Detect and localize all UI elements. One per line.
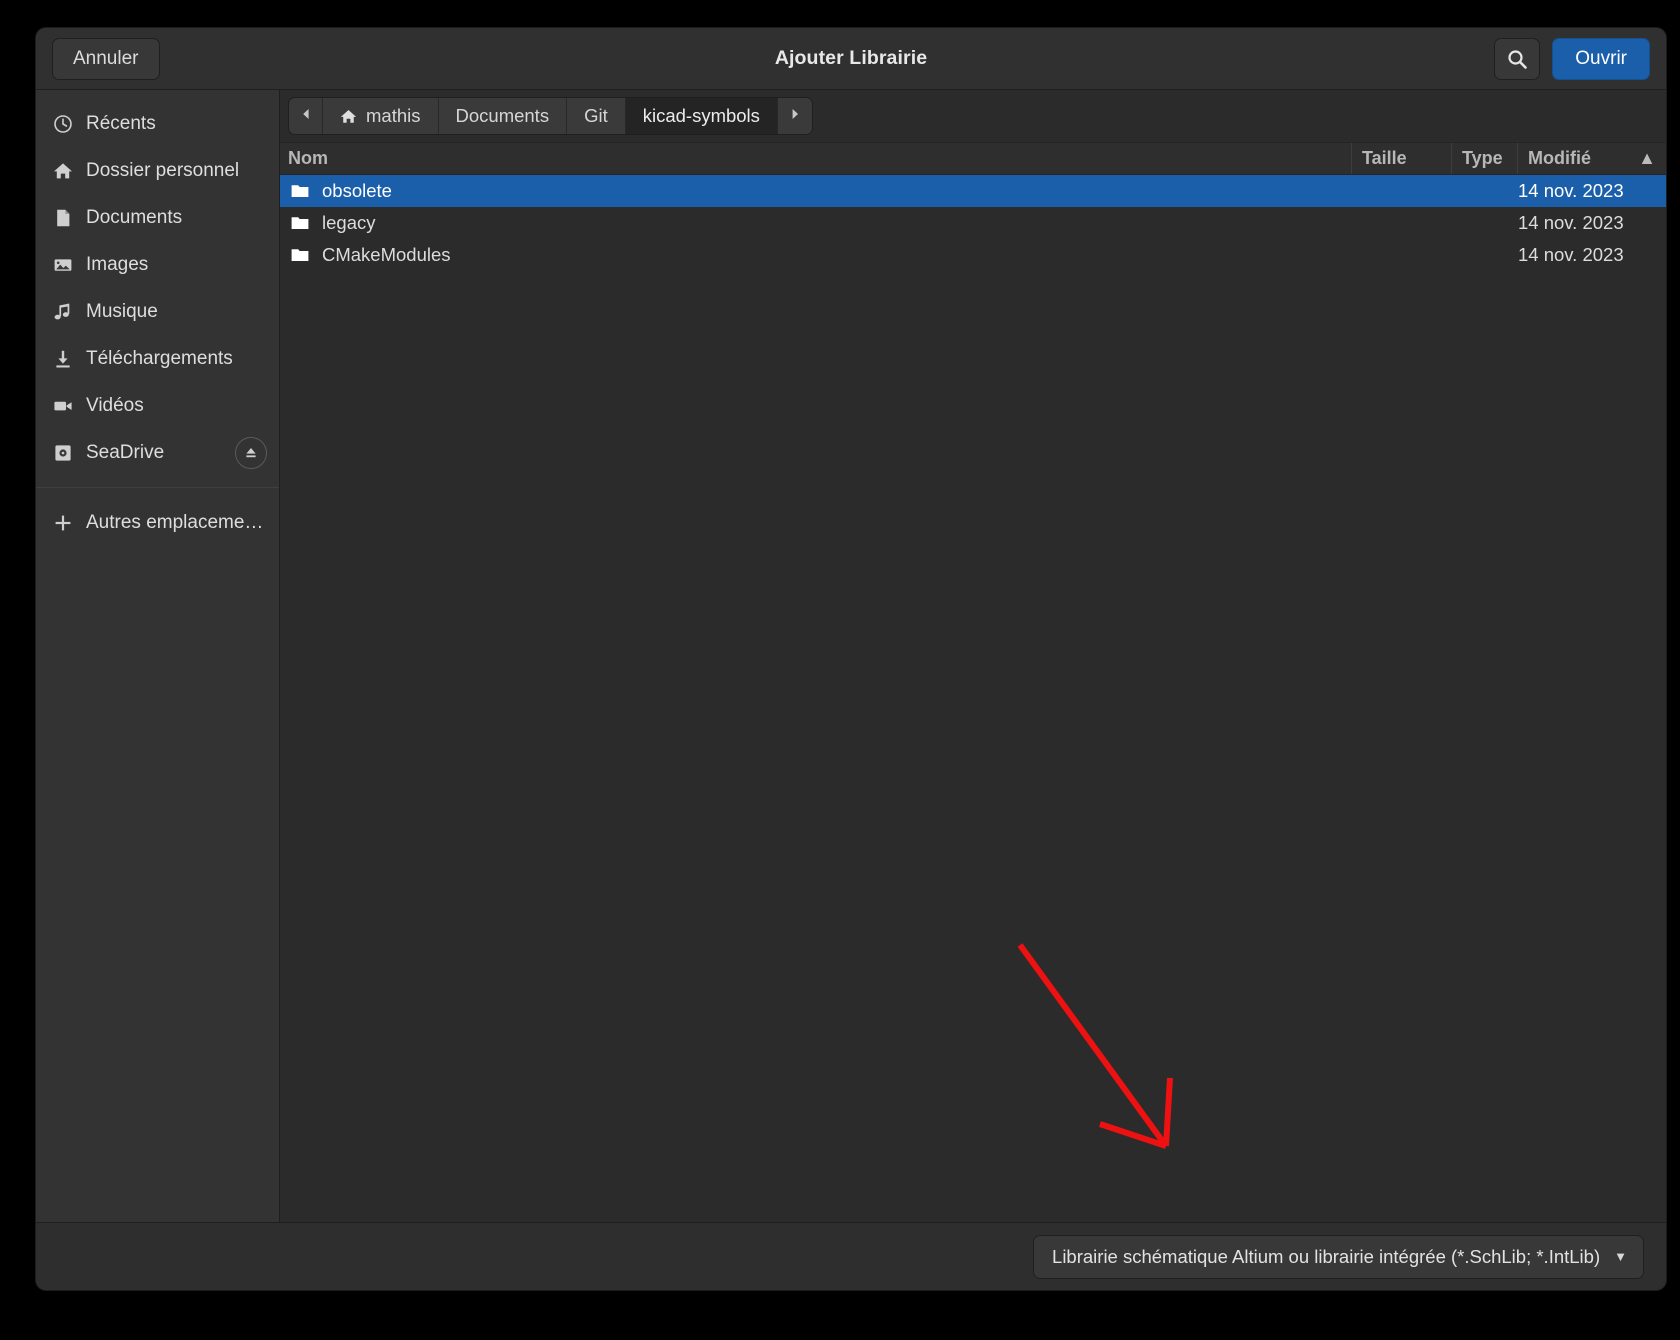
sidebar-item-other-locations[interactable]: Autres emplacements (36, 499, 279, 546)
sidebar-item-videos[interactable]: Vidéos (36, 382, 279, 429)
file-name: CMakeModules (322, 244, 451, 265)
sidebar-item-label: Récents (86, 112, 156, 134)
folder-icon (291, 249, 309, 261)
breadcrumb: mathis Documents Git kicad-symbols (288, 97, 813, 135)
breadcrumb-forward-button[interactable] (777, 98, 812, 134)
dialog-header: Annuler Ajouter Librairie Ouvrir (36, 28, 1666, 90)
column-header-size[interactable]: Taille (1352, 143, 1452, 174)
video-camera-icon (53, 396, 73, 416)
breadcrumb-segment-kicad-symbols[interactable]: kicad-symbols (625, 98, 778, 134)
sidebar-item-home[interactable]: Dossier personnel (36, 147, 279, 194)
row-name-cell: legacy (280, 212, 1352, 234)
sidebar-item-images[interactable]: Images (36, 241, 279, 288)
open-button[interactable]: Ouvrir (1552, 38, 1650, 80)
column-label: Modifié (1528, 148, 1591, 168)
screenshot-root: Annuler Ajouter Librairie Ouvrir Récents… (0, 0, 1680, 1340)
home-icon (53, 161, 73, 181)
file-list[interactable]: obsolete 14 nov. 2023 legacy 14 nov. 202… (280, 175, 1666, 1222)
dialog-footer: Librairie schématique Altium ou librairi… (36, 1222, 1666, 1290)
search-button[interactable] (1494, 38, 1541, 80)
breadcrumb-back-button[interactable] (289, 98, 323, 134)
folder-icon (291, 185, 309, 197)
chevron-down-icon: ▼ (1614, 1249, 1627, 1264)
table-row[interactable]: CMakeModules 14 nov. 2023 (280, 239, 1666, 271)
sidebar-item-downloads[interactable]: Téléchargements (36, 335, 279, 382)
file-browser: mathis Documents Git kicad-symbols Nom T… (280, 90, 1666, 1222)
row-name-cell: CMakeModules (280, 244, 1352, 266)
file-name: legacy (322, 212, 376, 233)
table-row[interactable]: legacy 14 nov. 2023 (280, 207, 1666, 239)
chevron-left-icon (299, 107, 313, 126)
breadcrumb-segment-documents[interactable]: Documents (438, 98, 568, 134)
download-icon (53, 349, 73, 369)
sidebar-item-label: Autres emplacements (86, 511, 265, 533)
breadcrumb-segment-git[interactable]: Git (567, 98, 626, 134)
drive-icon (53, 443, 73, 463)
image-icon (53, 255, 73, 275)
column-label: Type (1462, 148, 1503, 168)
file-name: obsolete (322, 180, 392, 201)
breadcrumb-label: Documents (455, 105, 550, 126)
sidebar-item-label: Dossier personnel (86, 159, 240, 181)
header-actions: Ouvrir (1494, 28, 1650, 90)
eject-button[interactable] (235, 436, 267, 469)
search-icon (1506, 48, 1528, 70)
pathbar-container: mathis Documents Git kicad-symbols (280, 90, 1666, 142)
row-modified-cell: 14 nov. 2023 (1518, 212, 1624, 233)
row-modified-cell: 14 nov. 2023 (1518, 244, 1624, 265)
breadcrumb-label: kicad-symbols (642, 105, 760, 126)
sidebar-item-label: SeaDrive (86, 441, 165, 463)
cancel-button[interactable]: Annuler (52, 37, 160, 80)
dialog-title: Ajouter Librairie (774, 47, 928, 69)
table-row[interactable]: obsolete 14 nov. 2023 (280, 175, 1666, 207)
breadcrumb-segment-mathis[interactable]: mathis (323, 98, 439, 134)
sidebar-item-seadrive[interactable]: SeaDrive (36, 429, 279, 476)
sidebar-item-label: Téléchargements (86, 347, 233, 369)
add-library-dialog: Annuler Ajouter Librairie Ouvrir Récents… (36, 28, 1666, 1290)
home-icon (340, 108, 357, 125)
file-type-filter-dropdown[interactable]: Librairie schématique Altium ou librairi… (1033, 1234, 1644, 1279)
sort-ascending-icon: ▲ (1638, 148, 1656, 168)
clock-icon (53, 114, 73, 134)
sidebar-item-label: Images (86, 253, 149, 275)
sidebar-item-music[interactable]: Musique (36, 288, 279, 335)
plus-icon (53, 513, 73, 533)
column-label: Nom (288, 148, 328, 168)
column-header-modified[interactable]: Modifié ▲ (1518, 143, 1666, 174)
column-header-name[interactable]: Nom (280, 143, 1352, 174)
sidebar-divider (36, 487, 279, 488)
places-sidebar: Récents Dossier personnel Documents Imag… (36, 90, 280, 1222)
music-note-icon (53, 302, 73, 322)
column-header-type[interactable]: Type (1452, 143, 1518, 174)
document-icon (53, 208, 73, 228)
folder-icon (291, 217, 309, 229)
dialog-body: Récents Dossier personnel Documents Imag… (36, 90, 1666, 1222)
row-modified-cell: 14 nov. 2023 (1518, 180, 1624, 201)
breadcrumb-label: Git (584, 105, 608, 126)
sidebar-item-label: Musique (86, 300, 158, 322)
chevron-right-icon (788, 107, 802, 126)
sidebar-item-label: Documents (86, 206, 183, 228)
breadcrumb-label: mathis (366, 105, 421, 126)
sidebar-item-documents[interactable]: Documents (36, 194, 279, 241)
sidebar-item-label: Vidéos (86, 394, 144, 416)
column-label: Taille (1362, 148, 1407, 168)
row-name-cell: obsolete (280, 180, 1352, 202)
filter-label: Librairie schématique Altium ou librairi… (1052, 1245, 1601, 1267)
file-list-header: Nom Taille Type Modifié ▲ (280, 142, 1666, 175)
sidebar-item-recents[interactable]: Récents (36, 100, 279, 147)
